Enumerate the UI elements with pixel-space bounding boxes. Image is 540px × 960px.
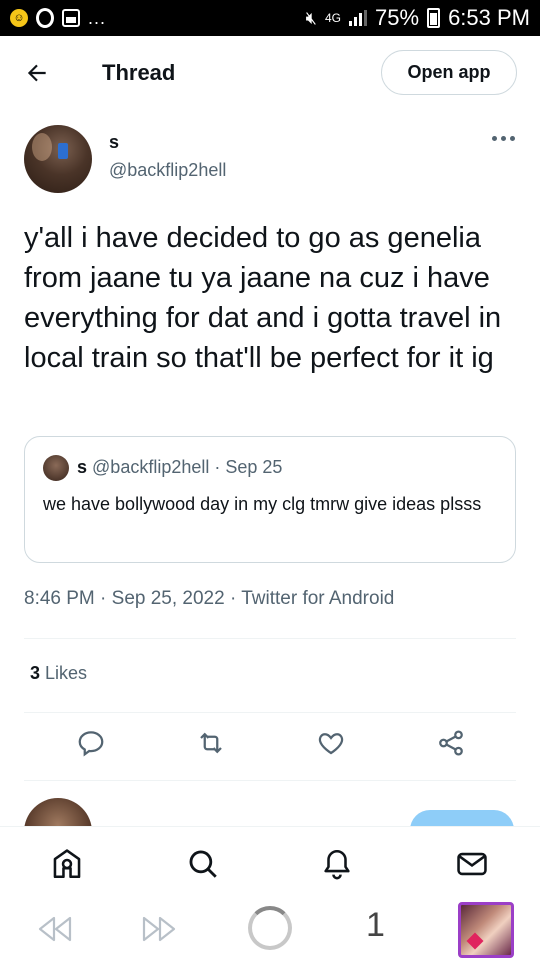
notifications-icon[interactable] — [320, 847, 354, 881]
more-options-icon[interactable] — [492, 136, 515, 141]
search-icon[interactable] — [186, 847, 220, 881]
thread-header: Thread Open app — [0, 36, 540, 110]
quoted-tweet[interactable]: s @backflip2hell · Sep 25 we have bollyw… — [24, 436, 516, 563]
page-title: Thread — [102, 60, 176, 85]
share-icon[interactable] — [436, 728, 466, 758]
tweet-timestamp[interactable]: 8:46 PM · Sep 25, 2022 · Twitter for And… — [24, 588, 394, 610]
battery-percent: 75% — [375, 5, 420, 30]
tweet-actions — [0, 728, 540, 766]
likes-number: 3 — [30, 663, 41, 683]
tweet-text: y'all i have decided to go as genelia fr… — [24, 222, 502, 374]
quoted-tweet-text: we have bollywood day in my clg tmrw giv… — [43, 494, 482, 514]
profile-thumbnail[interactable] — [458, 902, 514, 958]
reply-icon[interactable] — [76, 728, 106, 758]
arrow-left-icon[interactable] — [24, 60, 50, 86]
divider — [24, 780, 516, 781]
divider — [24, 638, 516, 639]
battery-icon — [427, 8, 441, 28]
signal-icon — [349, 10, 368, 26]
bottom-navigation — [0, 826, 540, 902]
network-type: 4G — [325, 11, 342, 25]
status-bar: ☺ 0 ... 🔇︎ 4G 75% 6:53 PM — [0, 0, 540, 36]
clock: 6:53 PM — [448, 5, 530, 30]
likes-count[interactable]: 3 Likes — [30, 663, 87, 684]
quoted-meta: @backflip2hell · Sep 25 — [92, 457, 283, 477]
notification-app-icon: ☺ — [10, 9, 28, 27]
messages-icon[interactable] — [455, 847, 489, 881]
notification-gallery-icon — [62, 9, 80, 27]
more-notifications: ... — [88, 7, 107, 28]
open-app-button[interactable]: Open app — [381, 50, 517, 95]
notification-ring-icon: 0 — [36, 8, 54, 28]
quoted-author-name: s — [77, 457, 88, 477]
like-icon[interactable] — [316, 728, 346, 758]
loading-spinner-icon — [248, 906, 292, 950]
author-avatar[interactable] — [24, 125, 92, 193]
tab-count[interactable]: 1 — [366, 906, 385, 945]
retweet-icon[interactable] — [196, 728, 226, 758]
likes-label: Likes — [45, 663, 88, 683]
mute-icon: 🔇︎ — [305, 7, 317, 28]
divider — [24, 712, 516, 713]
author-handle[interactable]: @backflip2hell — [109, 160, 226, 181]
forward-icon[interactable] — [140, 914, 180, 944]
back-icon[interactable] — [34, 914, 74, 944]
home-icon[interactable] — [50, 847, 84, 881]
quoted-author-avatar — [43, 455, 69, 481]
author-display-name[interactable]: s — [109, 132, 119, 153]
